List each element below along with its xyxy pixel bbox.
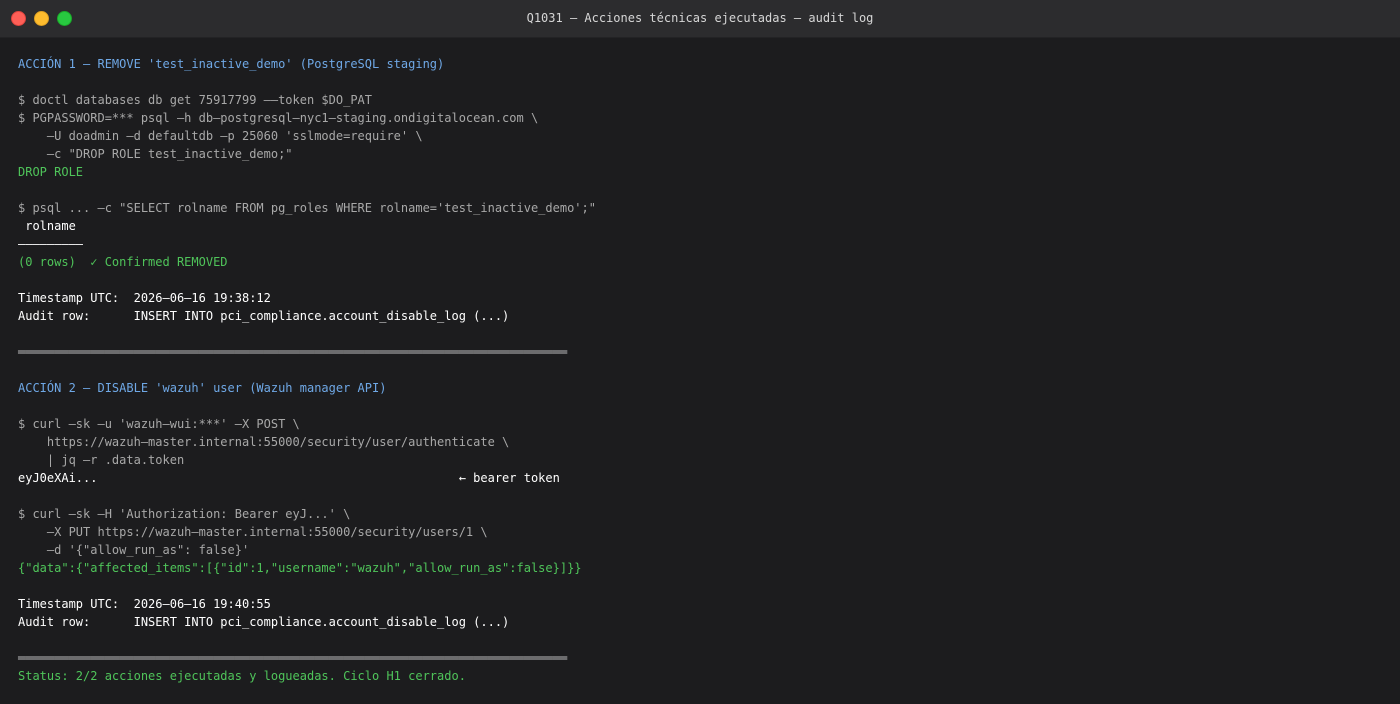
output-line: Timestamp UTC: 2026—06—16 19:38:12 (18, 291, 271, 305)
command-line: —X PUT https://wazuh—master.internal:550… (18, 525, 488, 539)
command-line: $ PGPASSWORD=*** psql —h db—postgresql—n… (18, 111, 539, 125)
success-output: Status: 2/2 acciones ejecutadas y loguea… (18, 669, 466, 683)
command-line: | jq —r .data.token (18, 453, 185, 467)
window-title: Q1031 — Acciones técnicas ejecutadas — a… (526, 11, 874, 25)
title-bar: Q1031 — Acciones técnicas ejecutadas — a… (0, 0, 1400, 38)
separator-line: ════════════════════════════════════════… (18, 651, 568, 665)
command-line: —d '{"allow_run_as": false}' (18, 543, 250, 557)
terminal-window: Q1031 — Acciones técnicas ejecutadas — a… (0, 0, 1400, 704)
command-line: $ curl —sk —H 'Authorization: Bearer eyJ… (18, 507, 351, 521)
command-line: —U doadmin —d defaultdb —p 25060 'sslmod… (18, 129, 423, 143)
success-output: (0 rows) ✓ Confirmed REMOVED (18, 255, 228, 269)
output-line: eyJ0eXAi... ← bearer token (18, 471, 560, 485)
command-line: $ doctl databases db get 75917799 ——toke… (18, 93, 373, 107)
command-line: $ curl —sk —u 'wazuh—wui:***' —X POST \ (18, 417, 300, 431)
separator-line: ════════════════════════════════════════… (18, 345, 568, 359)
output-line: Timestamp UTC: 2026—06—16 19:40:55 (18, 597, 271, 611)
command-line: https://wazuh—master.internal:55000/secu… (18, 435, 510, 449)
output-line: Audit row: INSERT INTO pci_compliance.ac… (18, 309, 510, 323)
success-output: DROP ROLE (18, 165, 84, 179)
output-line: ————————— (18, 237, 84, 251)
section-header: ACCIÓN 1 — REMOVE 'test_inactive_demo' (… (18, 57, 445, 71)
success-output: {"data":{"affected_items":[{"id":1,"user… (18, 561, 582, 575)
output-line: Audit row: INSERT INTO pci_compliance.ac… (18, 615, 510, 629)
terminal-output[interactable]: ACCIÓN 1 — REMOVE 'test_inactive_demo' (… (18, 55, 1382, 685)
output-line: rolname (18, 219, 76, 233)
section-header: ACCIÓN 2 — DISABLE 'wazuh' user (Wazuh m… (18, 381, 387, 395)
command-line: $ psql ... —c "SELECT rolname FROM pg_ro… (18, 201, 596, 215)
command-line: —c "DROP ROLE test_inactive_demo;" (18, 147, 293, 161)
